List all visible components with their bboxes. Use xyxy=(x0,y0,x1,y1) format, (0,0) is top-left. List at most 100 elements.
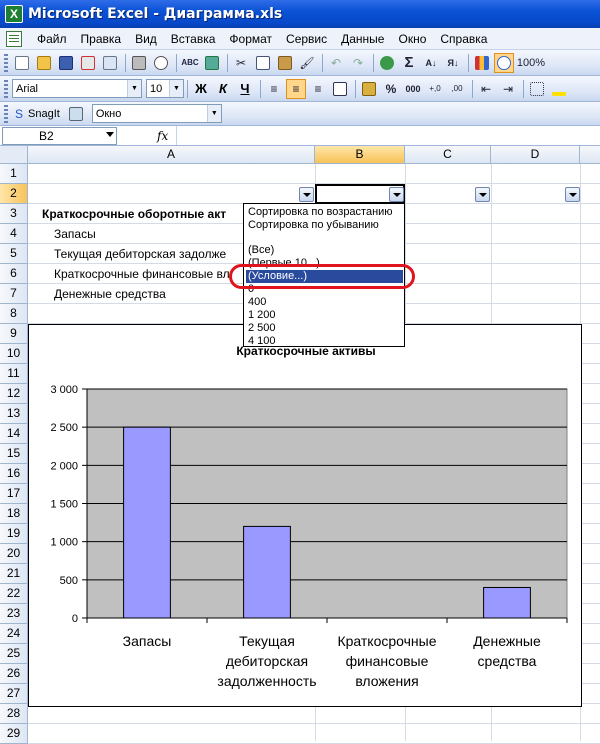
fill-color-icon[interactable] xyxy=(549,79,569,99)
autofilter-button-b[interactable] xyxy=(389,187,404,202)
select-all-corner[interactable] xyxy=(0,146,28,164)
borders-icon[interactable] xyxy=(527,79,547,99)
percent-button[interactable]: % xyxy=(381,79,401,99)
snagit-settings-icon[interactable] xyxy=(66,104,86,124)
increase-decimal-icon[interactable]: +,0 xyxy=(425,79,445,99)
email-icon[interactable] xyxy=(100,53,120,73)
menu-edit[interactable]: Правка xyxy=(74,32,129,46)
align-left-icon[interactable]: ≡ xyxy=(264,79,284,99)
workbook-icon[interactable] xyxy=(6,30,22,47)
toolbar-grip[interactable] xyxy=(4,104,8,123)
autofilter-button-d[interactable] xyxy=(565,187,580,202)
copy-icon[interactable] xyxy=(253,53,273,73)
excel-app-icon[interactable]: X xyxy=(5,5,23,23)
zoom-box[interactable]: 100% xyxy=(516,53,546,73)
cell-a6[interactable]: Краткосрочные финансовые вл xyxy=(54,267,230,281)
name-box[interactable]: B2 xyxy=(2,126,117,145)
row-header-11[interactable]: 11 xyxy=(0,364,28,384)
chevron-down-icon[interactable] xyxy=(106,131,114,137)
row-header-6[interactable]: 6 xyxy=(0,264,28,284)
open-icon[interactable] xyxy=(34,53,54,73)
spelling-icon[interactable]: ABC xyxy=(180,53,200,73)
menu-window[interactable]: Окно xyxy=(391,32,433,46)
hyperlink-icon[interactable] xyxy=(377,53,397,73)
chevron-down-icon[interactable]: ▼ xyxy=(206,105,221,122)
column-header-b[interactable]: B xyxy=(315,146,405,164)
chevron-down-icon[interactable]: ▼ xyxy=(127,80,141,97)
dropdown-item-value-400[interactable]: 400 xyxy=(248,296,266,309)
cell-a7[interactable]: Денежные средства xyxy=(54,287,166,301)
cut-icon[interactable]: ✂ xyxy=(231,53,251,73)
row-header-12[interactable]: 12 xyxy=(0,384,28,404)
bold-button[interactable]: Ж xyxy=(191,79,211,99)
dropdown-item-value-2500[interactable]: 2 500 xyxy=(248,322,276,335)
autofilter-button-c[interactable] xyxy=(475,187,490,202)
column-header-e[interactable] xyxy=(580,146,600,164)
row-header-19[interactable]: 19 xyxy=(0,524,28,544)
row-header-13[interactable]: 13 xyxy=(0,404,28,424)
row-header-29[interactable]: 29 xyxy=(0,724,28,744)
dropdown-item-value-4100[interactable]: 4 100 xyxy=(248,335,276,348)
snagit-mode-combo[interactable]: Окно ▼ xyxy=(91,104,222,123)
font-name-combo[interactable]: Arial ▼ xyxy=(12,79,142,98)
merge-center-icon[interactable] xyxy=(330,79,350,99)
redo-icon[interactable]: ↷ xyxy=(348,53,368,73)
dropdown-item-all[interactable]: (Все) xyxy=(248,244,274,257)
decrease-decimal-icon[interactable]: ,00 xyxy=(447,79,467,99)
cell-a5[interactable]: Текущая дебиторская задолже xyxy=(54,247,226,261)
row-header-18[interactable]: 18 xyxy=(0,504,28,524)
drawing-icon[interactable] xyxy=(494,52,514,73)
print-preview-icon[interactable] xyxy=(151,53,171,73)
row-header-24[interactable]: 24 xyxy=(0,624,28,644)
thousands-button[interactable]: 000 xyxy=(403,79,423,99)
column-header-c[interactable]: C xyxy=(405,146,491,164)
sort-ascending-icon[interactable]: A↓ xyxy=(421,53,441,73)
save-icon[interactable] xyxy=(56,53,76,73)
increase-indent-icon[interactable]: ⇥ xyxy=(498,79,518,99)
row-header-21[interactable]: 21 xyxy=(0,564,28,584)
chevron-down-icon[interactable]: ▼ xyxy=(169,80,183,97)
chart-wizard-icon[interactable] xyxy=(472,53,492,73)
menu-insert[interactable]: Вставка xyxy=(164,32,223,46)
row-header-23[interactable]: 23 xyxy=(0,604,28,624)
row-header-2[interactable]: 2 xyxy=(0,184,28,204)
row-header-8[interactable]: 8 xyxy=(0,304,28,324)
menu-file[interactable]: Файл xyxy=(30,32,74,46)
menu-view[interactable]: Вид xyxy=(128,32,164,46)
row-header-14[interactable]: 14 xyxy=(0,424,28,444)
row-header-22[interactable]: 22 xyxy=(0,584,28,604)
row-header-16[interactable]: 16 xyxy=(0,464,28,484)
chart-object[interactable]: Краткосрочные активы 0 500 1 000 1 500 2 000 2… xyxy=(28,324,582,707)
paste-icon[interactable] xyxy=(275,53,295,73)
permission-icon[interactable] xyxy=(78,53,98,73)
snagit-icon[interactable]: S xyxy=(12,104,26,124)
toolbar-grip[interactable] xyxy=(4,53,8,72)
undo-icon[interactable]: ↶ xyxy=(326,53,346,73)
format-painter-icon[interactable]: 🖌 xyxy=(297,53,317,73)
currency-icon[interactable] xyxy=(359,79,379,99)
row-header-5[interactable]: 5 xyxy=(0,244,28,264)
menu-format[interactable]: Формат xyxy=(222,32,279,46)
formula-input[interactable] xyxy=(176,126,600,145)
insert-function-icon[interactable]: fx xyxy=(157,129,168,143)
row-header-1[interactable]: 1 xyxy=(0,164,28,184)
cell-a3[interactable]: Краткосрочные оборотные акт xyxy=(42,207,226,221)
row-header-7[interactable]: 7 xyxy=(0,284,28,304)
decrease-indent-icon[interactable]: ⇤ xyxy=(476,79,496,99)
cell-a4[interactable]: Запасы xyxy=(54,227,96,241)
align-right-icon[interactable]: ≡ xyxy=(308,79,328,99)
column-header-a[interactable]: A xyxy=(28,146,315,164)
row-header-15[interactable]: 15 xyxy=(0,444,28,464)
row-header-3[interactable]: 3 xyxy=(0,204,28,224)
column-header-d[interactable]: D xyxy=(491,146,580,164)
row-header-10[interactable]: 10 xyxy=(0,344,28,364)
snagit-button[interactable]: SnagIt xyxy=(28,108,60,120)
dropdown-item-value-1200[interactable]: 1 200 xyxy=(248,309,276,322)
align-center-icon[interactable]: ≡ xyxy=(286,78,306,99)
toolbar-grip[interactable] xyxy=(4,79,8,98)
row-header-20[interactable]: 20 xyxy=(0,544,28,564)
sort-descending-icon[interactable]: Я↓ xyxy=(443,53,463,73)
row-header-4[interactable]: 4 xyxy=(0,224,28,244)
new-icon[interactable] xyxy=(12,53,32,73)
menu-help[interactable]: Справка xyxy=(433,32,494,46)
